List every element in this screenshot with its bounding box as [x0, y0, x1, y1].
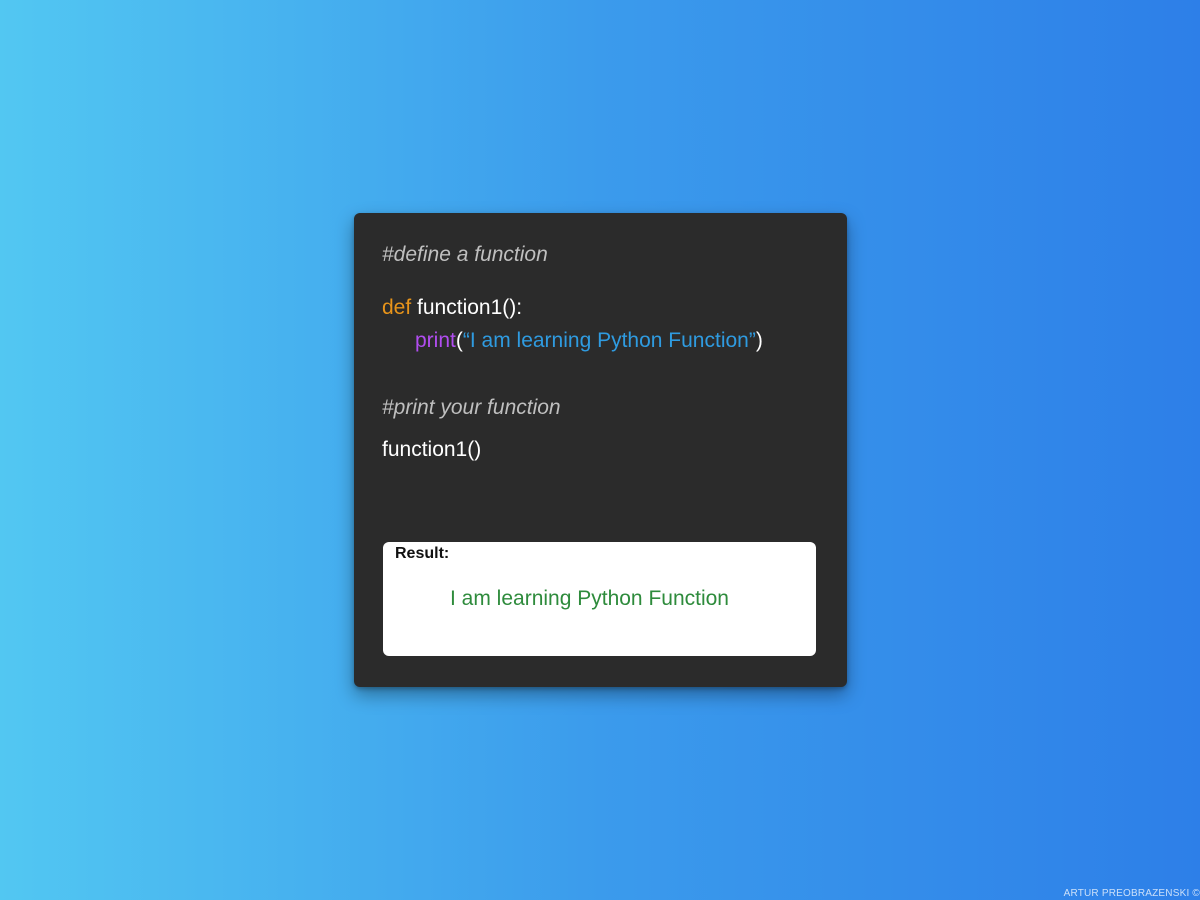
- result-panel: Result: I am learning Python Function: [383, 542, 816, 656]
- comment-print: #print your function: [382, 396, 561, 419]
- print-line: print(“I am learning Python Function”): [415, 330, 763, 351]
- string-literal: “I am learning Python Function”: [462, 329, 756, 352]
- author-credit: ARTUR PREOBRAZENSKI ©: [1063, 888, 1200, 899]
- def-keyword: def: [382, 296, 412, 319]
- print-keyword: print: [415, 329, 456, 352]
- function-call: function1(): [382, 438, 482, 461]
- result-label: Result:: [395, 545, 450, 562]
- paren-open: (: [455, 329, 463, 352]
- paren-close: ): [755, 329, 763, 352]
- def-line: def function1():: [382, 297, 522, 318]
- comment-define: #define a function: [382, 243, 548, 266]
- code-card: #define a function def function1(): prin…: [354, 213, 847, 687]
- result-output: I am learning Python Function: [450, 587, 729, 610]
- function-signature: function1():: [411, 296, 523, 319]
